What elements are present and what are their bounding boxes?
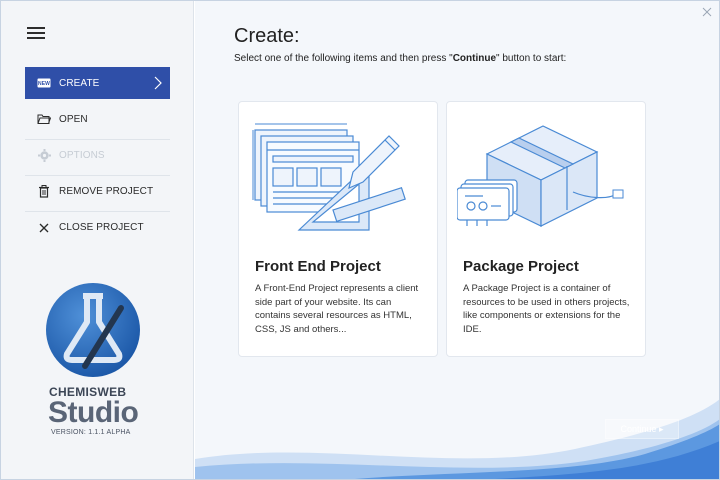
- card-description: A Front-End Project represents a client …: [255, 283, 419, 335]
- page-subtitle: Select one of the following items and th…: [234, 53, 567, 64]
- sidebar-item-create[interactable]: NEW CREATE: [25, 67, 170, 99]
- chevron-right-icon: [154, 76, 162, 90]
- page-title: Create:: [234, 25, 300, 47]
- main-panel: Create: Select one of the following item…: [195, 1, 719, 479]
- sidebar: NEW CREATE OPEN OPTIONS REMOVE PROJECT C…: [1, 1, 194, 479]
- gear-icon: [37, 149, 51, 163]
- app-logo: [46, 283, 140, 377]
- sidebar-item-label: OPEN: [59, 113, 88, 125]
- sidebar-item-remove-project[interactable]: REMOVE PROJECT: [25, 175, 170, 207]
- card-title: Front End Project: [255, 258, 381, 275]
- package-project-card[interactable]: Package Project A Package Project is a c…: [446, 101, 646, 357]
- version-label: VERSION: 1.1.1 ALPHA: [51, 429, 131, 436]
- sidebar-item-open[interactable]: OPEN: [25, 103, 170, 135]
- window-close-icon[interactable]: [702, 7, 712, 17]
- package-illustration: [457, 125, 624, 227]
- app-window: NEW CREATE OPEN OPTIONS REMOVE PROJECT C…: [0, 0, 720, 480]
- sidebar-item-label: CREATE: [59, 77, 100, 89]
- new-icon: NEW: [37, 76, 51, 90]
- hamburger-menu-icon[interactable]: [27, 27, 45, 41]
- card-description: A Package Project is a container of reso…: [463, 283, 630, 335]
- svg-text:NEW: NEW: [38, 81, 50, 87]
- folder-open-icon: [37, 112, 51, 126]
- card-title: Package Project: [463, 258, 579, 275]
- sidebar-item-close-project[interactable]: CLOSE PROJECT: [25, 211, 170, 243]
- continue-button[interactable]: Continue ▸: [605, 419, 679, 439]
- trash-icon: [37, 185, 51, 199]
- brand-product: Studio: [48, 396, 139, 429]
- sidebar-item-label: REMOVE PROJECT: [59, 186, 154, 197]
- front-end-project-card[interactable]: Front End Project A Front-End Project re…: [238, 101, 438, 357]
- front-end-illustration: [252, 123, 406, 231]
- close-icon: [37, 221, 51, 235]
- sidebar-item-label: CLOSE PROJECT: [59, 222, 144, 233]
- sidebar-item-options: OPTIONS: [25, 139, 170, 171]
- sidebar-item-label: OPTIONS: [59, 150, 105, 161]
- sidebar-nav: NEW CREATE OPEN OPTIONS REMOVE PROJECT C…: [25, 67, 170, 243]
